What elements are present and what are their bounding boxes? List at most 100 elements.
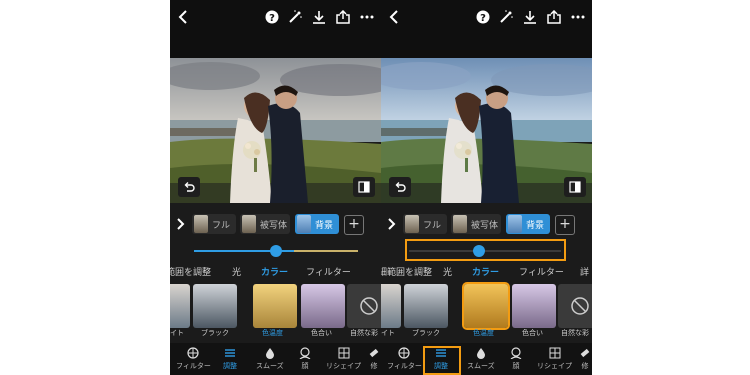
sliders-icon bbox=[225, 349, 235, 357]
chevron-right-icon[interactable] bbox=[387, 216, 397, 232]
nav-reshape[interactable]: リシェイプ bbox=[537, 347, 572, 375]
nav-reshape-label: リシェイプ bbox=[537, 362, 572, 370]
tab-filter[interactable]: フィルター bbox=[519, 265, 564, 278]
slider-knob[interactable] bbox=[270, 245, 282, 257]
bandage-icon bbox=[369, 348, 379, 358]
add-mask-button[interactable]: + bbox=[344, 215, 364, 235]
grid-icon bbox=[338, 347, 349, 359]
mode-subject-button[interactable]: 被写体 bbox=[451, 214, 501, 234]
nav-face-label: 顔 bbox=[301, 362, 309, 370]
tool-temperature-label: 色温度 bbox=[262, 329, 283, 337]
tab-color[interactable]: カラー bbox=[472, 265, 499, 278]
undo-button[interactable] bbox=[389, 177, 411, 197]
compare-button[interactable] bbox=[564, 177, 586, 197]
tool-temperature-thumb[interactable] bbox=[253, 284, 297, 328]
bottom-nav: フィルター 調整 スムーズ 顔 リシェイプ 修 bbox=[170, 343, 381, 375]
mask-mode-row: フル 被写体 背景 + bbox=[381, 212, 592, 236]
mode-full-button[interactable]: フル bbox=[403, 214, 447, 234]
nav-face[interactable]: 顔 bbox=[510, 347, 522, 375]
help-icon[interactable]: ? bbox=[476, 9, 490, 25]
mode-full-button[interactable]: フル bbox=[192, 214, 236, 234]
download-icon[interactable] bbox=[312, 9, 326, 25]
help-icon[interactable]: ? bbox=[265, 9, 279, 25]
nav-face-label: 顔 bbox=[512, 362, 520, 370]
mode-full-label: フル bbox=[212, 220, 231, 231]
more-icon[interactable] bbox=[571, 9, 585, 25]
tool-black-thumb[interactable] bbox=[404, 284, 448, 328]
nav-reshape[interactable]: リシェイプ bbox=[326, 347, 361, 375]
mode-background-button[interactable]: 背景 bbox=[295, 214, 339, 234]
download-icon[interactable] bbox=[523, 9, 537, 25]
svg-text:?: ? bbox=[480, 13, 486, 24]
add-mask-button[interactable]: + bbox=[555, 215, 575, 235]
more-icon[interactable] bbox=[360, 9, 374, 25]
tool-vibrance-thumb[interactable] bbox=[347, 284, 381, 328]
mode-subject-label: 被写体 bbox=[471, 220, 499, 231]
nav-smooth-label: スムーズ bbox=[256, 362, 284, 370]
grid-icon bbox=[549, 347, 560, 359]
undo-button[interactable] bbox=[178, 177, 200, 197]
mode-subject-label: 被写体 bbox=[260, 220, 288, 231]
color-tools-row: イト ブラック 色温度 色合い 自然な彩 bbox=[170, 282, 381, 340]
drop-icon bbox=[476, 348, 485, 359]
nav-adjust[interactable]: 調整 bbox=[223, 347, 237, 375]
tool-temperature-label: 色温度 bbox=[473, 329, 494, 337]
tab-color[interactable]: カラー bbox=[261, 265, 288, 278]
tool-white-thumb[interactable] bbox=[381, 284, 401, 328]
tool-tint-label: 色合い bbox=[311, 329, 332, 337]
adjust-tabs: 範囲を調整 光 カラー フィルター bbox=[170, 262, 381, 280]
share-icon[interactable] bbox=[336, 9, 350, 25]
nav-retouch-label: 修 bbox=[370, 362, 378, 370]
mode-background-button[interactable]: 背景 bbox=[506, 214, 550, 234]
top-toolbar: ? bbox=[170, 0, 381, 58]
top-toolbar: ? bbox=[381, 0, 592, 58]
face-icon bbox=[510, 347, 522, 359]
tab-range[interactable]: 範囲を調整 bbox=[170, 265, 211, 278]
tab-range[interactable]: 詳細範囲を調整 bbox=[381, 265, 432, 278]
tool-black-thumb[interactable] bbox=[193, 284, 237, 328]
tab-light[interactable]: 光 bbox=[232, 265, 241, 278]
nav-retouch[interactable]: 修 bbox=[368, 347, 380, 375]
edited-photo bbox=[381, 58, 592, 203]
tool-black-label: ブラック bbox=[412, 329, 440, 337]
tab-filter[interactable]: フィルター bbox=[306, 265, 351, 278]
drop-icon bbox=[265, 348, 274, 359]
tab-light[interactable]: 光 bbox=[443, 265, 452, 278]
color-tools-row: イト ブラック 色温度 色合い 自然な彩 bbox=[381, 282, 592, 340]
nav-filter-label: フィルター bbox=[387, 362, 422, 370]
chevron-right-icon[interactable] bbox=[176, 216, 186, 232]
compare-button[interactable] bbox=[353, 177, 375, 197]
mode-full-label: フル bbox=[423, 220, 442, 231]
nav-smooth[interactable]: スムーズ bbox=[467, 347, 495, 375]
nav-filter[interactable]: フィルター bbox=[176, 347, 211, 375]
highlight-box-slider bbox=[405, 239, 566, 261]
tool-vibrance-thumb[interactable] bbox=[558, 284, 592, 328]
edited-photo bbox=[170, 58, 381, 203]
slider-track-right bbox=[294, 250, 358, 252]
tool-black-label: ブラック bbox=[201, 329, 229, 337]
nav-filter-label: フィルター bbox=[176, 362, 211, 370]
tab-more[interactable]: 詳 bbox=[580, 265, 589, 278]
share-icon[interactable] bbox=[547, 9, 561, 25]
face-icon bbox=[299, 347, 311, 359]
tool-tint-thumb[interactable] bbox=[301, 284, 345, 328]
back-icon[interactable] bbox=[387, 9, 401, 25]
adjust-slider[interactable] bbox=[194, 240, 358, 262]
svg-text:?: ? bbox=[269, 13, 275, 24]
tool-temperature-thumb[interactable] bbox=[464, 284, 508, 328]
highlight-box-adjust bbox=[423, 346, 461, 375]
mode-subject-button[interactable]: 被写体 bbox=[240, 214, 290, 234]
nav-face[interactable]: 顔 bbox=[299, 347, 311, 375]
nav-adjust-label: 調整 bbox=[223, 362, 237, 370]
magic-wand-icon[interactable] bbox=[499, 9, 513, 25]
tool-tint-thumb[interactable] bbox=[512, 284, 556, 328]
nav-retouch[interactable]: 修 bbox=[579, 347, 591, 375]
magic-wand-icon[interactable] bbox=[288, 9, 302, 25]
tool-white-thumb[interactable] bbox=[170, 284, 190, 328]
nav-smooth[interactable]: スムーズ bbox=[256, 347, 284, 375]
nav-filter[interactable]: フィルター bbox=[387, 347, 422, 375]
tool-vibrance-label: 自然な彩 bbox=[561, 329, 589, 337]
back-icon[interactable] bbox=[176, 9, 190, 25]
screen-before: ? フル 被写体 背景 + 範囲を調整 光 カラー フィルター イト ブラック … bbox=[170, 0, 381, 375]
mode-background-label: 背景 bbox=[315, 220, 334, 231]
